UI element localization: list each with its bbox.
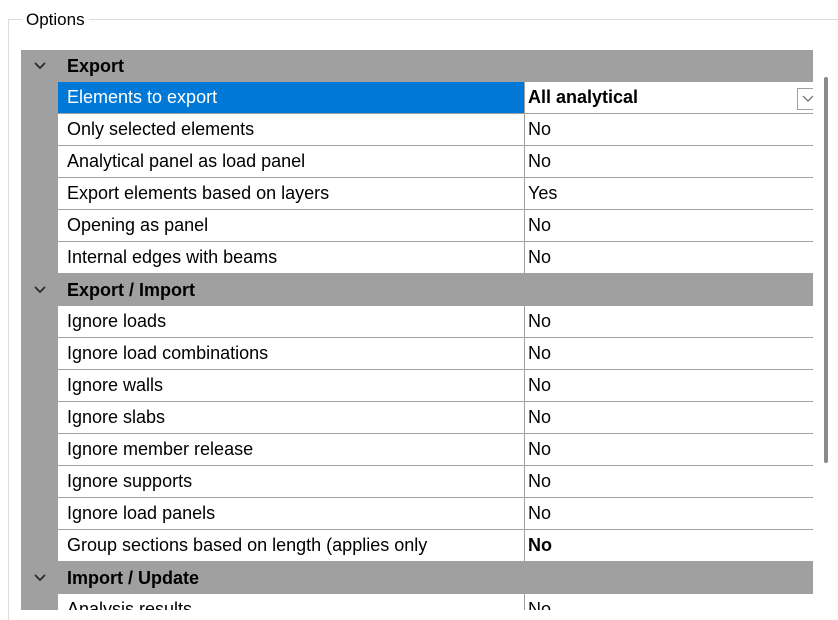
property-value[interactable]: No xyxy=(525,210,813,242)
category-label: Export xyxy=(67,56,125,76)
property-row[interactable]: Export elements based on layers Yes xyxy=(21,178,813,210)
row-gutter xyxy=(21,82,58,114)
property-value[interactable]: No xyxy=(525,434,813,466)
property-value[interactable]: No xyxy=(525,306,813,338)
property-name[interactable]: Ignore slabs xyxy=(58,402,525,434)
category-row[interactable]: Export / Import xyxy=(21,274,813,306)
row-gutter xyxy=(21,114,58,146)
property-name[interactable]: Ignore supports xyxy=(58,466,525,498)
property-row[interactable]: Internal edges with beams No xyxy=(21,242,813,274)
property-value[interactable]: No xyxy=(525,530,813,562)
property-value[interactable]: No xyxy=(525,242,813,274)
property-row[interactable]: Group sections based on length (applies … xyxy=(21,530,813,562)
property-row[interactable]: Ignore load panels No xyxy=(21,498,813,530)
property-row[interactable]: Ignore load combinations No xyxy=(21,338,813,370)
row-gutter xyxy=(21,306,58,338)
property-name[interactable]: Elements to export xyxy=(58,82,525,114)
row-gutter xyxy=(21,338,58,370)
property-name[interactable]: Analysis results xyxy=(58,594,525,610)
property-row[interactable]: Ignore loads No xyxy=(21,306,813,338)
property-name[interactable]: Ignore walls xyxy=(58,370,525,402)
row-gutter xyxy=(21,594,58,610)
dropdown-arrow-icon[interactable] xyxy=(797,88,813,110)
property-value[interactable]: All analytical xyxy=(525,82,813,114)
property-value[interactable]: No xyxy=(525,594,813,610)
property-value[interactable]: No xyxy=(525,338,813,370)
property-row[interactable]: Ignore member release No xyxy=(21,434,813,466)
property-value[interactable]: Yes xyxy=(525,178,813,210)
options-title: Options xyxy=(22,10,89,30)
property-name[interactable]: Only selected elements xyxy=(58,114,525,146)
row-gutter xyxy=(21,370,58,402)
chevron-down-icon[interactable] xyxy=(21,562,58,594)
row-gutter xyxy=(21,498,58,530)
property-name[interactable]: Group sections based on length (applies … xyxy=(58,530,525,562)
category-row[interactable]: Export xyxy=(21,50,813,82)
property-value[interactable]: No xyxy=(525,370,813,402)
property-row[interactable]: Analysis results No xyxy=(21,594,813,610)
row-gutter xyxy=(21,146,58,178)
property-value[interactable]: No xyxy=(525,146,813,178)
row-gutter xyxy=(21,402,58,434)
row-gutter xyxy=(21,210,58,242)
row-gutter xyxy=(21,178,58,210)
category-label: Import / Update xyxy=(67,568,200,588)
property-row[interactable]: Elements to export All analytical xyxy=(21,82,813,114)
property-name[interactable]: Ignore load combinations xyxy=(58,338,525,370)
row-gutter xyxy=(21,242,58,274)
property-name[interactable]: Ignore member release xyxy=(58,434,525,466)
chevron-down-icon[interactable] xyxy=(21,274,58,306)
category-label: Export / Import xyxy=(67,280,196,300)
property-row[interactable]: Ignore slabs No xyxy=(21,402,813,434)
property-value[interactable]: No xyxy=(525,402,813,434)
row-gutter xyxy=(21,530,58,562)
property-value[interactable]: No xyxy=(525,114,813,146)
row-gutter xyxy=(21,434,58,466)
category-row[interactable]: Import / Update xyxy=(21,562,813,594)
property-name[interactable]: Analytical panel as load panel xyxy=(58,146,525,178)
row-gutter xyxy=(21,466,58,498)
property-name[interactable]: Ignore load panels xyxy=(58,498,525,530)
vertical-scrollbar[interactable] xyxy=(813,50,838,610)
property-row[interactable]: Ignore supports No xyxy=(21,466,813,498)
property-name[interactable]: Opening as panel xyxy=(58,210,525,242)
property-row[interactable]: Analytical panel as load panel No xyxy=(21,146,813,178)
property-grid[interactable]: Export Elements to export All analytical On… xyxy=(21,50,813,610)
property-name[interactable]: Ignore loads xyxy=(58,306,525,338)
scrollbar-thumb[interactable] xyxy=(824,77,828,463)
property-row[interactable]: Only selected elements No xyxy=(21,114,813,146)
property-row[interactable]: Opening as panel No xyxy=(21,210,813,242)
property-value[interactable]: No xyxy=(525,498,813,530)
property-name[interactable]: Internal edges with beams xyxy=(58,242,525,274)
property-value[interactable]: No xyxy=(525,466,813,498)
chevron-down-icon[interactable] xyxy=(21,50,58,82)
property-row[interactable]: Ignore walls No xyxy=(21,370,813,402)
property-name[interactable]: Export elements based on layers xyxy=(58,178,525,210)
